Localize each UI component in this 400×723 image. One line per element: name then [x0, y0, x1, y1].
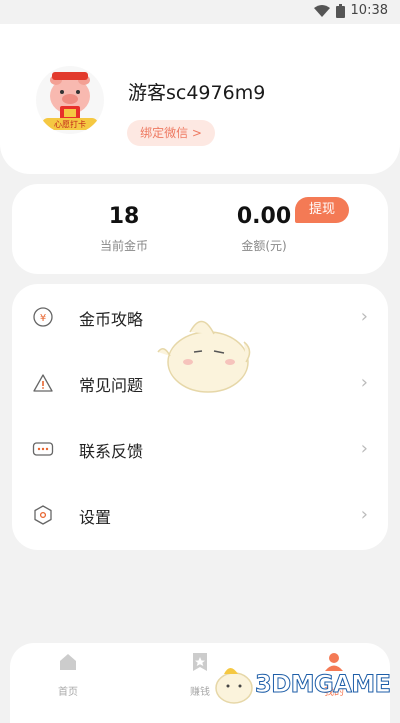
coins-stat[interactable]: 18 当前金币	[64, 204, 184, 254]
chevron-right-icon: ›	[360, 372, 368, 393]
tab-home[interactable]: 首页	[38, 651, 98, 698]
watermark-mascot-icon	[215, 668, 253, 704]
status-bar: 10:38	[0, 0, 400, 24]
withdraw-button[interactable]: 提现	[295, 197, 349, 223]
chevron-right-icon: ›	[360, 438, 368, 459]
status-icons: 10:38	[313, 3, 388, 18]
watermark: 3DMGAME	[210, 660, 400, 710]
chevron-right-icon: ›	[360, 306, 368, 327]
watermark-text: 3DMGAME	[255, 670, 392, 699]
avatar-badge-text: 心愿打卡	[54, 120, 86, 129]
svg-text:¥: ¥	[40, 313, 46, 324]
chevron-right-icon: ›	[360, 504, 368, 525]
coins-value: 18	[108, 204, 140, 229]
menu-item-feedback[interactable]: 联系反馈 ›	[12, 416, 388, 482]
bind-wechat-button[interactable]: 绑定微信 >	[127, 120, 215, 146]
warning-icon	[33, 374, 53, 392]
menu-item-label: 联系反馈	[79, 442, 144, 461]
menu-item-settings[interactable]: 设置 ›	[12, 482, 388, 548]
menu-item-label: 金币攻略	[79, 310, 144, 329]
menu-item-label: 常见问题	[79, 376, 144, 395]
username: 游客sc4976m9	[128, 82, 266, 104]
message-icon	[32, 442, 54, 456]
home-icon	[60, 654, 76, 670]
battery-icon	[335, 3, 345, 18]
amount-label: 金额(元)	[241, 239, 287, 253]
mascot-icon[interactable]	[150, 312, 260, 398]
hexagon-settings-icon	[34, 505, 52, 525]
avatar[interactable]: 心愿打卡	[36, 66, 104, 134]
yen-coin-icon: ¥	[33, 307, 53, 327]
clock: 10:38	[350, 3, 388, 18]
wifi-icon	[313, 4, 330, 17]
coins-label: 当前金币	[99, 239, 148, 253]
menu-item-label: 设置	[79, 508, 112, 527]
star-bookmark-icon	[193, 653, 207, 671]
tab-label: 首页	[58, 687, 78, 698]
